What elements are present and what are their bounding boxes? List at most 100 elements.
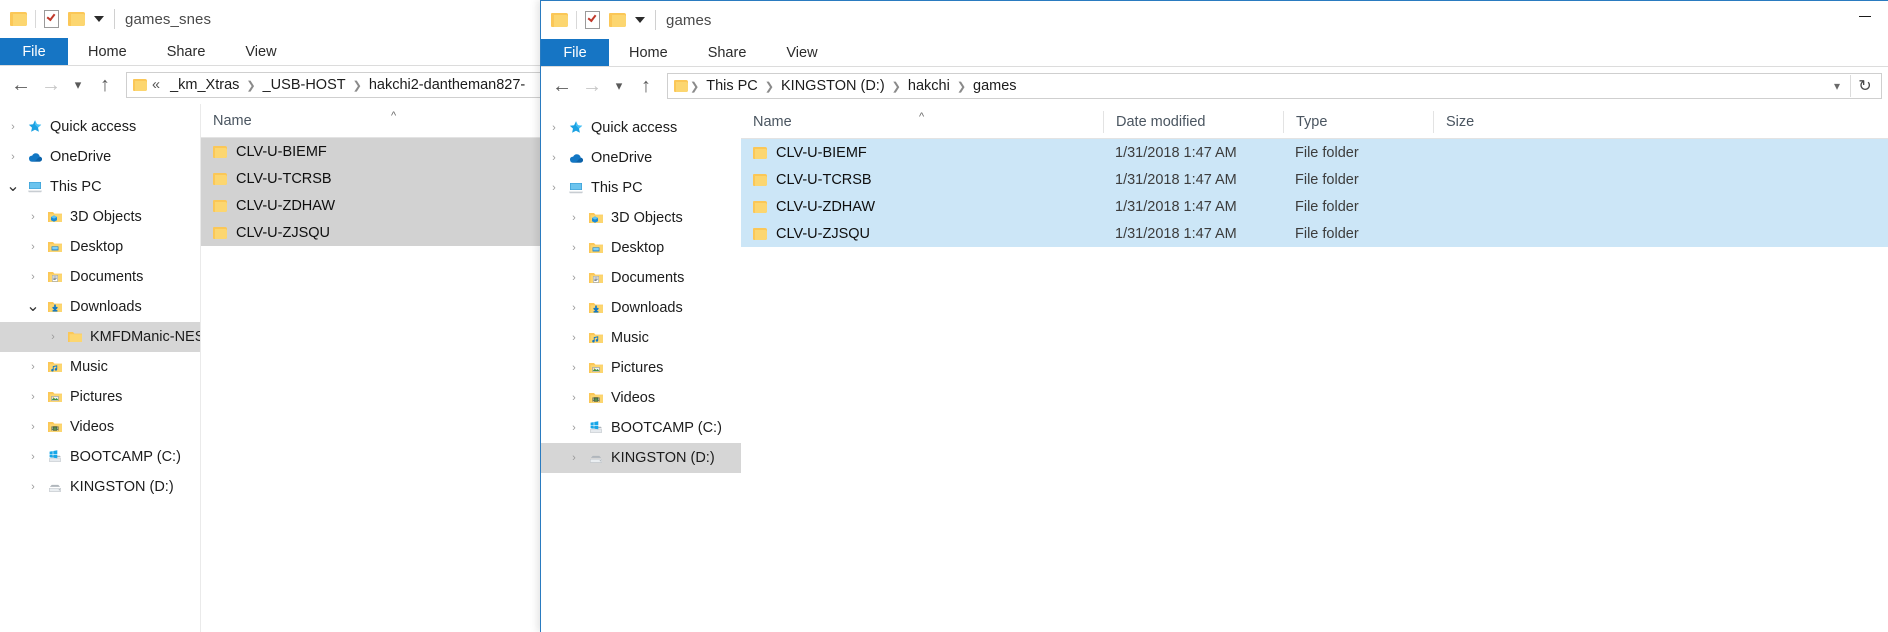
chevron-right-icon[interactable]: › — [22, 271, 44, 283]
right-navigation-pane[interactable]: › Quick access › OneDrive › This PC › 3D Object… — [541, 105, 741, 632]
chevron-down-icon[interactable]: ▾ — [1824, 79, 1850, 93]
breadcrumb-item-2[interactable]: hakchi — [903, 78, 955, 94]
sidebar-item-quick-access[interactable]: › Quick access — [541, 113, 741, 143]
file-name-cell[interactable]: CLV-U-TCRSB — [741, 172, 1103, 188]
left-navigation-pane[interactable]: › Quick access › OneDrive ⌄ This PC › 3D Object… — [0, 104, 200, 632]
up-button[interactable]: ↑ — [90, 70, 120, 100]
breadcrumb-overflow[interactable]: « — [147, 77, 165, 93]
chevron-right-icon[interactable]: › — [543, 152, 565, 164]
new-folder-icon[interactable] — [68, 12, 85, 26]
chevron-right-icon[interactable]: › — [563, 422, 585, 434]
chevron-right-icon[interactable]: › — [563, 272, 585, 284]
chevron-right-icon[interactable]: › — [22, 391, 44, 403]
breadcrumb-item-1[interactable]: KINGSTON (D:) — [776, 78, 890, 94]
file-name-cell[interactable]: CLV-U-ZJSQU — [201, 225, 533, 241]
sidebar-item-3d-objects[interactable]: › 3D Objects — [541, 203, 741, 233]
tab-home[interactable]: Home — [609, 39, 688, 66]
column-header-name[interactable]: Name — [201, 110, 533, 132]
chevron-right-icon[interactable]: › — [22, 241, 44, 253]
file-name-cell[interactable]: CLV-U-ZDHAW — [741, 199, 1103, 215]
sidebar-item-videos[interactable]: › Videos — [541, 383, 741, 413]
right-quick-access-toolbar[interactable] — [541, 11, 645, 29]
sidebar-item-kingston-d[interactable]: › KINGSTON (D:) — [0, 472, 200, 502]
chevron-right-icon[interactable]: › — [563, 392, 585, 404]
file-name-cell[interactable]: CLV-U-BIEMF — [741, 145, 1103, 161]
tab-home[interactable]: Home — [68, 38, 147, 65]
sidebar-item-onedrive[interactable]: › OneDrive — [0, 142, 200, 172]
forward-button[interactable]: → — [36, 70, 66, 100]
properties-icon[interactable] — [585, 11, 600, 29]
chevron-right-icon[interactable]: › — [543, 182, 565, 194]
table-row[interactable]: CLV-U-ZDHAW 1/31/2018 1:47 AM File folder — [741, 193, 1888, 220]
sidebar-item-downloads[interactable]: › Downloads — [541, 293, 741, 323]
sidebar-item-desktop[interactable]: › Desktop — [0, 232, 200, 262]
chevron-right-icon[interactable]: › — [22, 211, 44, 223]
forward-button[interactable]: → — [577, 71, 607, 101]
left-quick-access-toolbar[interactable] — [0, 10, 104, 28]
refresh-icon[interactable]: ↻ — [1851, 76, 1879, 96]
file-name-cell[interactable]: CLV-U-TCRSB — [201, 171, 533, 187]
tab-file[interactable]: File — [0, 38, 68, 65]
chevron-right-icon[interactable]: › — [42, 331, 64, 343]
sidebar-item-desktop[interactable]: › Desktop — [541, 233, 741, 263]
table-row[interactable]: CLV-U-TCRSB 1/31/2018 1:47 AM File folder — [741, 166, 1888, 193]
sidebar-item-music[interactable]: › Music — [541, 323, 741, 353]
chevron-right-icon[interactable]: › — [563, 242, 585, 254]
sidebar-item-documents[interactable]: › Documents — [541, 263, 741, 293]
customize-dropdown-icon[interactable] — [94, 16, 104, 22]
right-breadcrumb[interactable]: ❯ This PC ❯ KINGSTON (D:) ❯ hakchi ❯ gam… — [667, 73, 1882, 99]
chevron-down-icon[interactable]: ⌄ — [22, 299, 44, 315]
chevron-right-icon[interactable]: › — [22, 451, 44, 463]
sidebar-item-music[interactable]: › Music — [0, 352, 200, 382]
tab-view[interactable]: View — [225, 38, 296, 65]
sidebar-item-videos[interactable]: › Videos — [0, 412, 200, 442]
sidebar-item-downloads[interactable]: ⌄ Downloads — [0, 292, 200, 322]
recent-locations-button[interactable]: ▾ — [607, 71, 631, 101]
table-row[interactable]: CLV-U-ZJSQU 1/31/2018 1:47 AM File folder — [741, 220, 1888, 247]
column-header-type[interactable]: Type — [1283, 110, 1433, 133]
chevron-right-icon[interactable]: › — [543, 122, 565, 134]
sidebar-item-bootcamp-c[interactable]: › BOOTCAMP (C:) — [541, 413, 741, 443]
breadcrumb-item-0[interactable]: This PC — [701, 78, 763, 94]
tab-share[interactable]: Share — [688, 39, 767, 66]
properties-icon[interactable] — [44, 10, 59, 28]
file-name-cell[interactable]: CLV-U-ZDHAW — [201, 198, 533, 214]
right-address-bar[interactable]: ← → ▾ ↑ ❯ This PC ❯ KINGSTON (D:) ❯ hakc… — [541, 67, 1888, 105]
up-button[interactable]: ↑ — [631, 71, 661, 101]
new-folder-icon[interactable] — [609, 13, 626, 27]
sidebar-item-this-pc[interactable]: ⌄ This PC — [0, 172, 200, 202]
sidebar-item-this-pc[interactable]: › This PC — [541, 173, 741, 203]
folder-icon[interactable] — [551, 13, 568, 27]
chevron-down-icon[interactable]: ⌄ — [2, 179, 24, 195]
right-file-pane[interactable]: Name Date modified Type Size ^ CLV-U-BIE… — [741, 105, 1888, 632]
explorer-window-games[interactable]: games File Home Share View ← → ▾ ↑ ❯ Thi… — [540, 0, 1888, 632]
folder-icon[interactable] — [10, 12, 27, 26]
recent-locations-button[interactable]: ▾ — [66, 70, 90, 100]
chevron-right-icon[interactable]: › — [2, 151, 24, 163]
sidebar-item-bootcamp-c[interactable]: › BOOTCAMP (C:) — [0, 442, 200, 472]
right-titlebar[interactable]: games — [541, 1, 1888, 39]
tab-share[interactable]: Share — [147, 38, 226, 65]
chevron-right-icon[interactable]: › — [563, 212, 585, 224]
chevron-right-icon[interactable]: › — [563, 302, 585, 314]
chevron-right-icon[interactable]: › — [22, 421, 44, 433]
table-row[interactable]: CLV-U-BIEMF 1/31/2018 1:47 AM File folder — [741, 139, 1888, 166]
chevron-right-icon[interactable]: › — [563, 332, 585, 344]
breadcrumb-item-0[interactable]: _km_Xtras — [165, 77, 244, 93]
chevron-right-icon[interactable]: › — [563, 362, 585, 374]
chevron-right-icon[interactable]: › — [22, 361, 44, 373]
breadcrumb-item-2[interactable]: hakchi2-dantheman827- — [364, 77, 530, 93]
chevron-right-icon[interactable]: › — [563, 452, 585, 464]
file-name-cell[interactable]: CLV-U-BIEMF — [201, 144, 533, 160]
sidebar-item-documents[interactable]: › Documents — [0, 262, 200, 292]
sidebar-item-pictures[interactable]: › Pictures — [0, 382, 200, 412]
chevron-right-icon[interactable]: › — [2, 121, 24, 133]
file-name-cell[interactable]: CLV-U-ZJSQU — [741, 226, 1103, 242]
sidebar-item-3d-objects[interactable]: › 3D Objects — [0, 202, 200, 232]
sidebar-item-onedrive[interactable]: › OneDrive — [541, 143, 741, 173]
sidebar-item-pictures[interactable]: › Pictures — [541, 353, 741, 383]
column-header-size[interactable]: Size — [1433, 110, 1553, 133]
chevron-right-icon[interactable]: › — [22, 481, 44, 493]
sidebar-item-kmfdmanic-nesc[interactable]: › KMFDManic-NESC — [0, 322, 200, 352]
customize-dropdown-icon[interactable] — [635, 17, 645, 23]
